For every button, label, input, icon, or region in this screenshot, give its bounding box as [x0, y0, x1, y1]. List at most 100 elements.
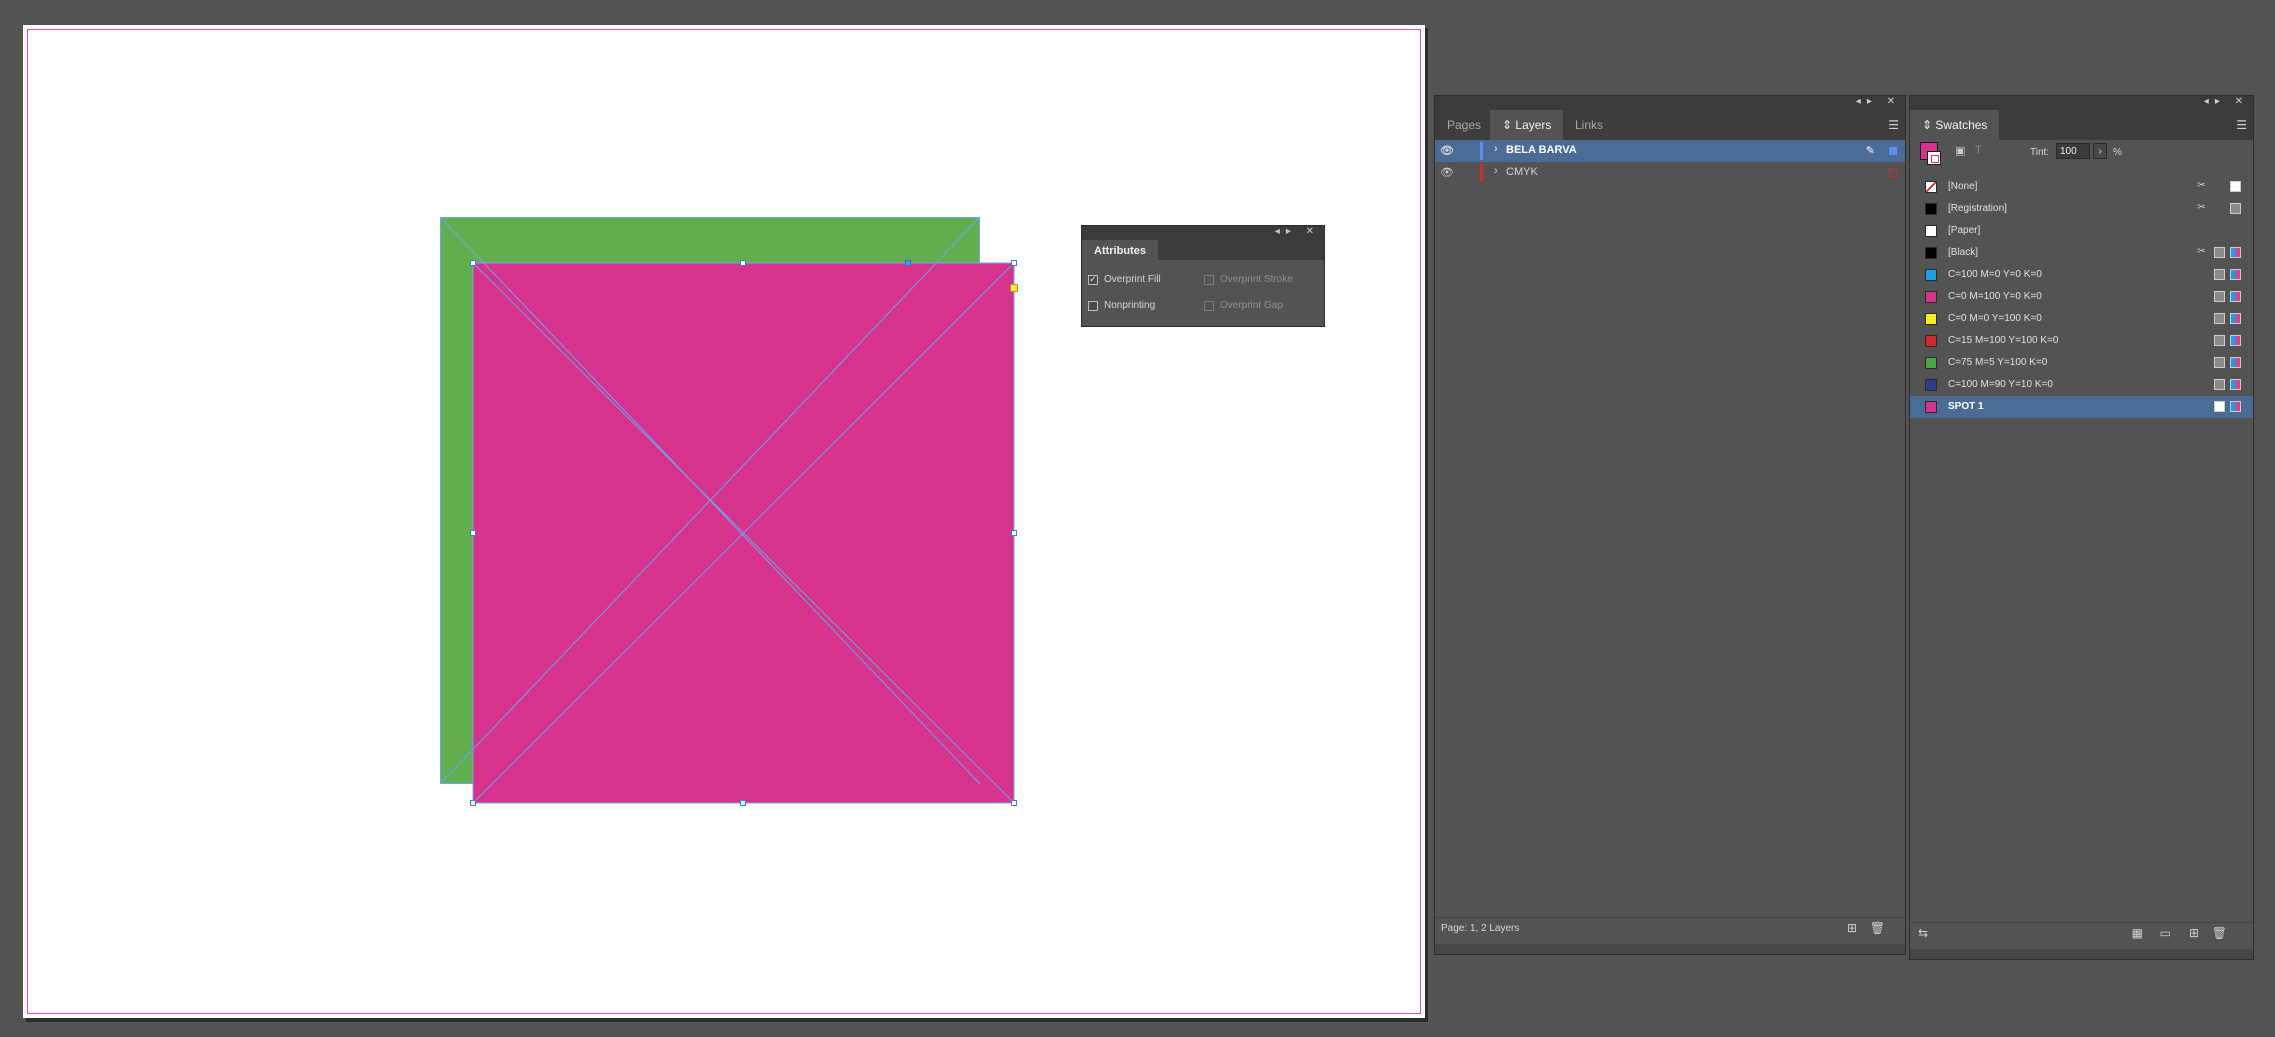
collapse-close-icons[interactable]: ◂▸ ✕: [1856, 96, 1901, 107]
swatch-color-chip: [1925, 247, 1937, 259]
tab-layers[interactable]: ⇕ Layers: [1490, 110, 1564, 140]
new-swatch-icon[interactable]: ⊞: [2189, 926, 2199, 940]
swatch-name: SPOT 1: [1948, 401, 1984, 412]
nonprinting-label: Nonprinting: [1104, 300, 1156, 311]
swatch-row[interactable]: C=100 M=90 Y=10 K=0: [1910, 374, 2253, 396]
swatch-row[interactable]: [None] ✂: [1910, 176, 2253, 198]
swatch-row[interactable]: C=15 M=100 Y=100 K=0: [1910, 330, 2253, 352]
cmyk-mode-icon: [2230, 335, 2241, 346]
handle-top-middle[interactable]: [740, 260, 746, 266]
swatch-name: C=0 M=0 Y=100 K=0: [1948, 313, 2042, 324]
frame-diagonals: [439, 216, 1015, 804]
swatch-row[interactable]: [Registration] ✂: [1910, 198, 2253, 220]
no-edit-icon: ✂: [2197, 180, 2206, 191]
cmyk-mode-icon: [2230, 181, 2241, 192]
layer-color-swatch: [1480, 164, 1483, 182]
nonprinting-checkbox[interactable]: [1088, 300, 1098, 311]
spot-color-icon: [2214, 401, 2225, 412]
swatch-name: C=15 M=100 Y=100 K=0: [1948, 335, 2059, 346]
formatting-text-icon[interactable]: T: [1975, 144, 1982, 156]
panel-menu-icon[interactable]: ☰: [2236, 110, 2247, 140]
swatch-name: [None]: [1948, 181, 1978, 192]
swatch-row[interactable]: C=75 M=5 Y=100 K=0: [1910, 352, 2253, 374]
visibility-eye-icon[interactable]: 👁: [1440, 166, 1454, 179]
folder-icon[interactable]: ▭: [2160, 926, 2171, 940]
process-color-icon: [2214, 313, 2225, 324]
selected-item-square-icon[interactable]: [1889, 169, 1897, 177]
swatch-row[interactable]: [Black] ✂: [1910, 242, 2253, 264]
resize-grip[interactable]: [1910, 949, 2253, 959]
layer-name: BELA BARVA: [1506, 144, 1577, 156]
swatch-row[interactable]: C=100 M=0 Y=0 K=0: [1910, 264, 2253, 286]
overprint-gap-checkbox: [1204, 300, 1214, 311]
swatch-name: C=100 M=0 Y=0 K=0: [1948, 269, 2042, 280]
expand-chevron-icon[interactable]: ›: [1494, 165, 1498, 177]
pen-icon: ✎: [1865, 145, 1875, 157]
tint-label: Tint:: [2030, 147, 2050, 158]
nonprinting-option[interactable]: Nonprinting: [1088, 300, 1155, 311]
swatches-header: ▣ T Tint: 100 › %: [1910, 140, 2253, 170]
new-layer-icon[interactable]: ⊞: [1847, 921, 1857, 935]
handle-top-left[interactable]: [470, 260, 476, 266]
tab-swatches[interactable]: ⇕ Swatches: [1910, 110, 2000, 140]
layer-name: CMYK: [1506, 166, 1538, 178]
collapse-close-icons[interactable]: ◂▸ ✕: [1275, 226, 1320, 237]
document-page[interactable]: [23, 25, 1425, 1018]
overprint-stroke-option: Overprint Stroke: [1204, 274, 1293, 285]
handle-middle-left[interactable]: [470, 530, 476, 536]
overprint-stroke-checkbox: [1204, 274, 1214, 285]
new-color-group-icon[interactable]: ▦: [2132, 926, 2143, 940]
swatches-panel-strip: ◂▸ ✕: [1910, 96, 2253, 110]
swatch-row[interactable]: SPOT 1: [1910, 396, 2253, 418]
page-layer-count: Page: 1, 2 Layers: [1441, 923, 1520, 934]
swatch-name: C=0 M=100 Y=0 K=0: [1948, 291, 2042, 302]
tab-pages[interactable]: Pages: [1435, 110, 1493, 140]
overprint-stroke-label: Overprint Stroke: [1220, 274, 1293, 285]
visibility-eye-icon[interactable]: 👁: [1440, 144, 1454, 157]
swatches-tabbar: ⇕ Swatches ☰: [1910, 110, 2253, 140]
tint-input[interactable]: 100: [2056, 143, 2090, 159]
handle-middle-right[interactable]: [1011, 530, 1017, 536]
layer-row[interactable]: 👁 › BELA BARVA ✎: [1435, 140, 1905, 162]
swatch-color-chip: [1925, 203, 1937, 215]
formatting-container-icon[interactable]: ▣: [1955, 144, 1965, 157]
swatches-footer: ⇆ ▦ ▭ ⊞ 🗑: [1910, 922, 2253, 943]
swatch-color-chip: [1925, 379, 1937, 391]
swatch-row[interactable]: C=0 M=100 Y=0 K=0: [1910, 286, 2253, 308]
handle-corner-options[interactable]: [1010, 284, 1018, 292]
process-color-icon: [2214, 291, 2225, 302]
overprint-fill-label: Overprint Fill: [1104, 274, 1161, 285]
handle-top-anchor[interactable]: [905, 260, 911, 266]
layers-footer: Page: 1, 2 Layers ⊞ 🗑: [1435, 917, 1905, 938]
selected-item-square-icon[interactable]: [1889, 147, 1897, 155]
tint-arrow-button[interactable]: ›: [2093, 143, 2107, 159]
panel-menu-icon[interactable]: ☰: [1888, 110, 1899, 140]
resize-grip[interactable]: [1435, 944, 1905, 954]
collapse-close-icons[interactable]: ◂▸ ✕: [2204, 96, 2249, 107]
layers-panel: ◂▸ ✕ Pages ⇕ Layers Links ☰ 👁 › BELA BAR…: [1434, 95, 1906, 955]
stroke-color-box[interactable]: [1927, 151, 1941, 165]
layer-color-swatch: [1480, 142, 1483, 160]
overprint-fill-option[interactable]: ✓ Overprint Fill: [1088, 274, 1161, 285]
handle-bottom-right[interactable]: [1011, 800, 1017, 806]
process-color-icon: [2214, 357, 2225, 368]
expand-chevron-icon[interactable]: ›: [1494, 143, 1498, 155]
show-swatches-icon[interactable]: ⇆: [1918, 926, 1928, 940]
swatch-color-chip: [1925, 357, 1937, 369]
tab-links[interactable]: Links: [1563, 110, 1615, 140]
process-color-icon: [2214, 247, 2225, 258]
tab-attributes[interactable]: Attributes: [1082, 240, 1158, 262]
trash-icon[interactable]: 🗑: [1870, 921, 1885, 935]
handle-bottom-middle[interactable]: [740, 800, 746, 806]
layer-row[interactable]: 👁 › CMYK: [1435, 162, 1905, 184]
handle-top-right[interactable]: [1011, 260, 1017, 266]
trash-icon[interactable]: 🗑: [2212, 926, 2227, 940]
attributes-panel-strip: ◂▸ ✕: [1082, 226, 1324, 240]
cmyk-mode-icon: [2230, 379, 2241, 390]
swatch-row[interactable]: C=0 M=0 Y=100 K=0: [1910, 308, 2253, 330]
handle-bottom-left[interactable]: [470, 800, 476, 806]
swatch-name: [Paper]: [1948, 225, 1981, 236]
swatch-row[interactable]: [Paper]: [1910, 220, 2253, 242]
process-color-icon: [2214, 269, 2225, 280]
overprint-fill-checkbox[interactable]: ✓: [1088, 274, 1098, 285]
